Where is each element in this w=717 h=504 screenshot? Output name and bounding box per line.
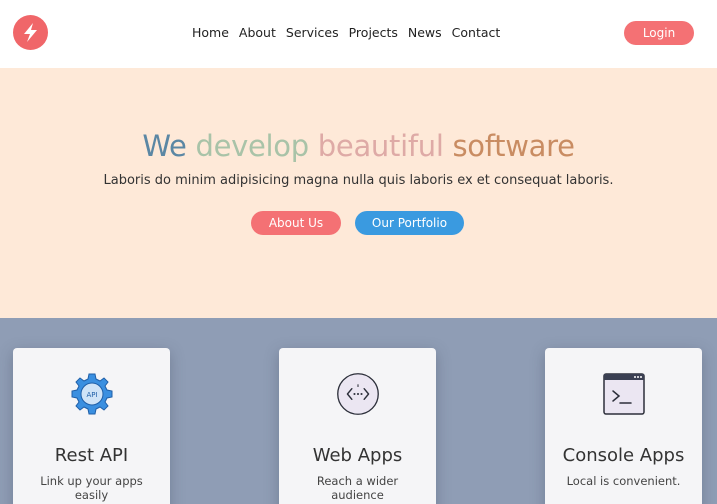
service-description: Reach a wider audience [316,474,399,502]
hero-title-word-1: We [142,129,187,163]
nav-services[interactable]: Services [281,24,344,42]
nav-news[interactable]: News [403,24,447,42]
service-description: Link up your apps easily [40,474,143,502]
site-header: Home About Services Projects News Contac… [0,0,717,68]
hero-title-word-4: software [452,129,575,163]
service-card-console-apps[interactable]: Console Apps Local is convenient. [545,348,702,504]
svg-text:API: API [86,391,97,399]
main-nav: Home About Services Projects News Contac… [187,24,505,42]
service-title: Rest API [54,445,129,466]
about-us-button[interactable]: About Us [251,211,341,235]
service-title: Web Apps [312,445,403,466]
hero-title: We develop beautiful software [0,127,717,165]
service-description: Local is convenient. [566,474,681,488]
api-gear-icon: API [71,373,113,415]
hero-title-word-3: beautiful [317,129,444,163]
hero-title-word-2: develop [195,129,310,163]
lightning-bolt-icon [24,23,37,42]
service-card-web-apps[interactable]: Web Apps Reach a wider audience [279,348,436,504]
web-code-icon [337,373,379,415]
nav-about[interactable]: About [234,24,281,42]
services-section: API Rest API Link up your apps easily We… [0,318,717,504]
logo-icon[interactable] [13,15,48,50]
nav-contact[interactable]: Contact [447,24,506,42]
hero-subtitle: Laboris do minim adipisicing magna nulla… [103,173,614,188]
hero-buttons: About Us Our Portfolio [0,211,717,235]
service-title: Console Apps [562,445,685,466]
hero-section: We develop beautiful software Laboris do… [0,68,717,318]
our-portfolio-button[interactable]: Our Portfolio [355,211,464,235]
service-card-rest-api[interactable]: API Rest API Link up your apps easily [13,348,170,504]
terminal-icon [603,373,645,415]
nav-projects[interactable]: Projects [344,24,403,42]
nav-home[interactable]: Home [187,24,234,42]
login-button[interactable]: Login [624,21,694,45]
